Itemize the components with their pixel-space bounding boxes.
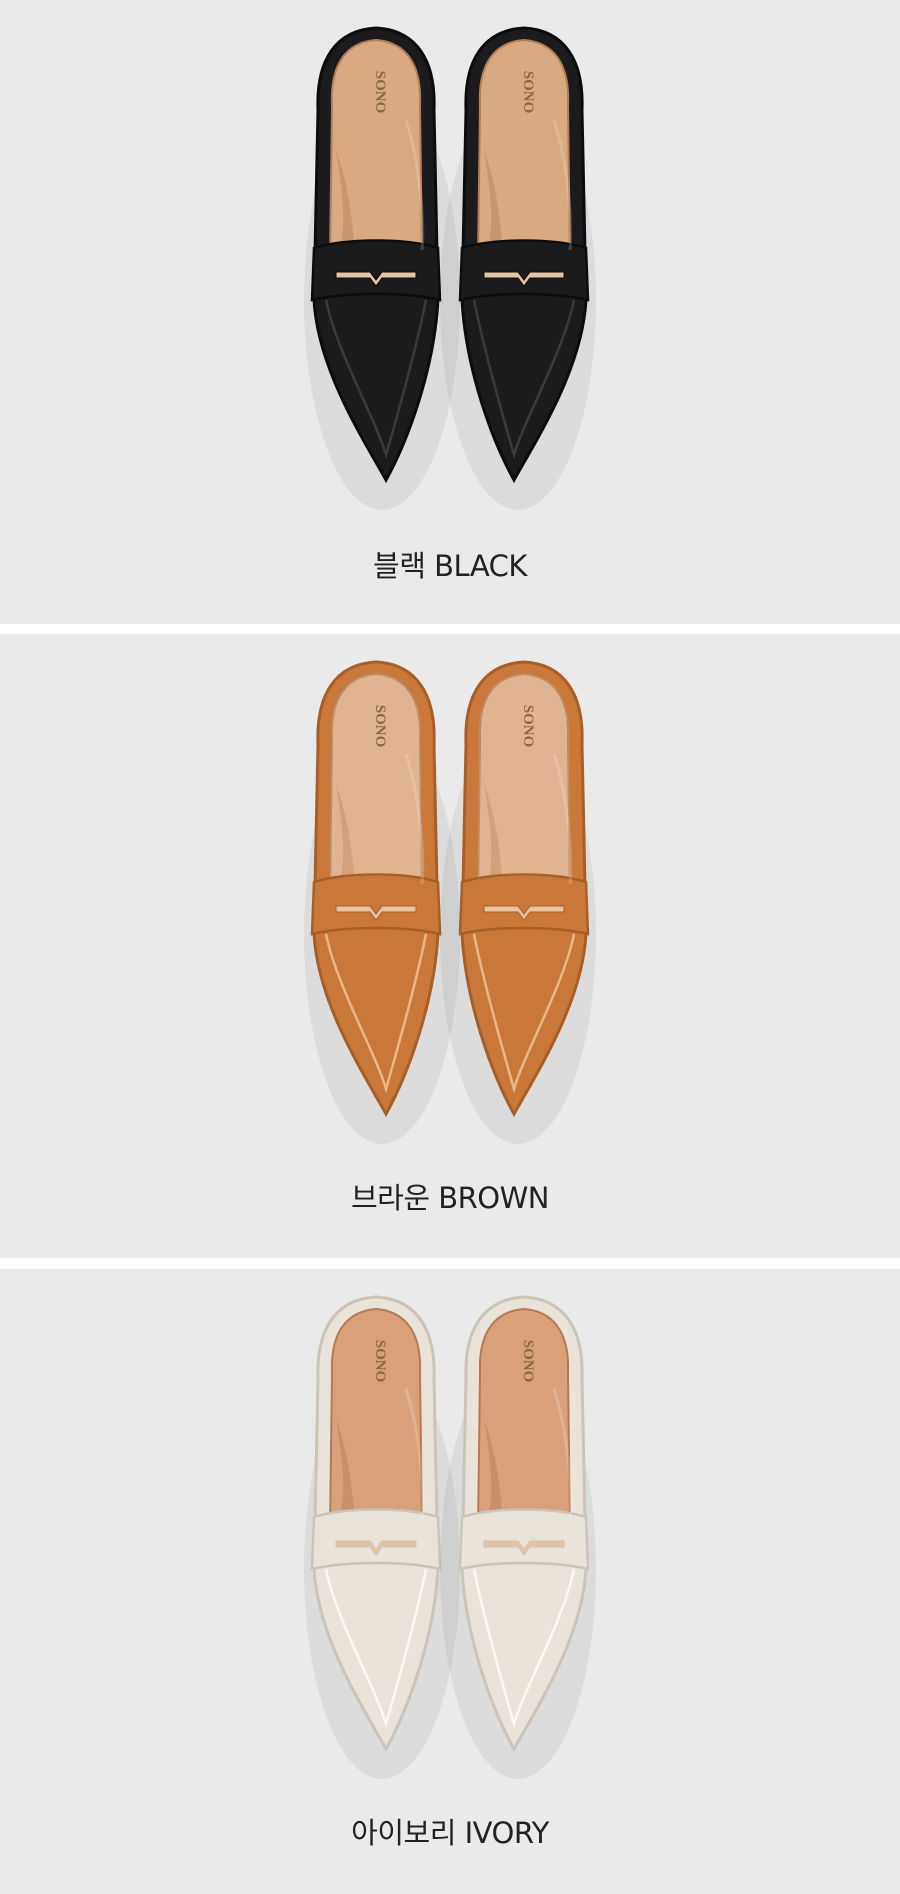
brand-stamp: SONO [372,1340,388,1383]
ivory-mules-photo: SONO SONO [304,1295,596,1779]
brand-stamp: SONO [520,705,536,748]
color-panel-brown: SONO SONO 브라운 BROWN [0,634,900,1258]
brand-stamp: SONO [520,71,536,114]
color-panel-black: SONO SONO 블랙 BLACK [0,0,900,624]
black-mules-photo: SONO SONO [304,26,596,510]
left-shoe: SONO [304,1295,460,1779]
right-shoe: SONO [440,1295,596,1779]
brand-stamp: SONO [372,71,388,114]
brand-stamp: SONO [372,705,388,748]
left-shoe: SONO [304,660,460,1144]
right-shoe: SONO [440,26,596,510]
color-label-black: 블랙 BLACK [373,549,527,583]
product-color-options: SONO SONO 블랙 BLACK SONO SONO 브라운 BROWN SON… [0,0,900,1894]
color-label-brown: 브라운 BROWN [351,1181,550,1215]
right-shoe: SONO [440,660,596,1144]
color-panel-ivory: SONO SONO 아이보리 IVORY [0,1269,900,1894]
color-label-ivory: 아이보리 IVORY [351,1816,549,1850]
brand-stamp: SONO [520,1340,536,1383]
left-shoe: SONO [304,26,460,510]
brown-mules-photo: SONO SONO [304,660,596,1144]
